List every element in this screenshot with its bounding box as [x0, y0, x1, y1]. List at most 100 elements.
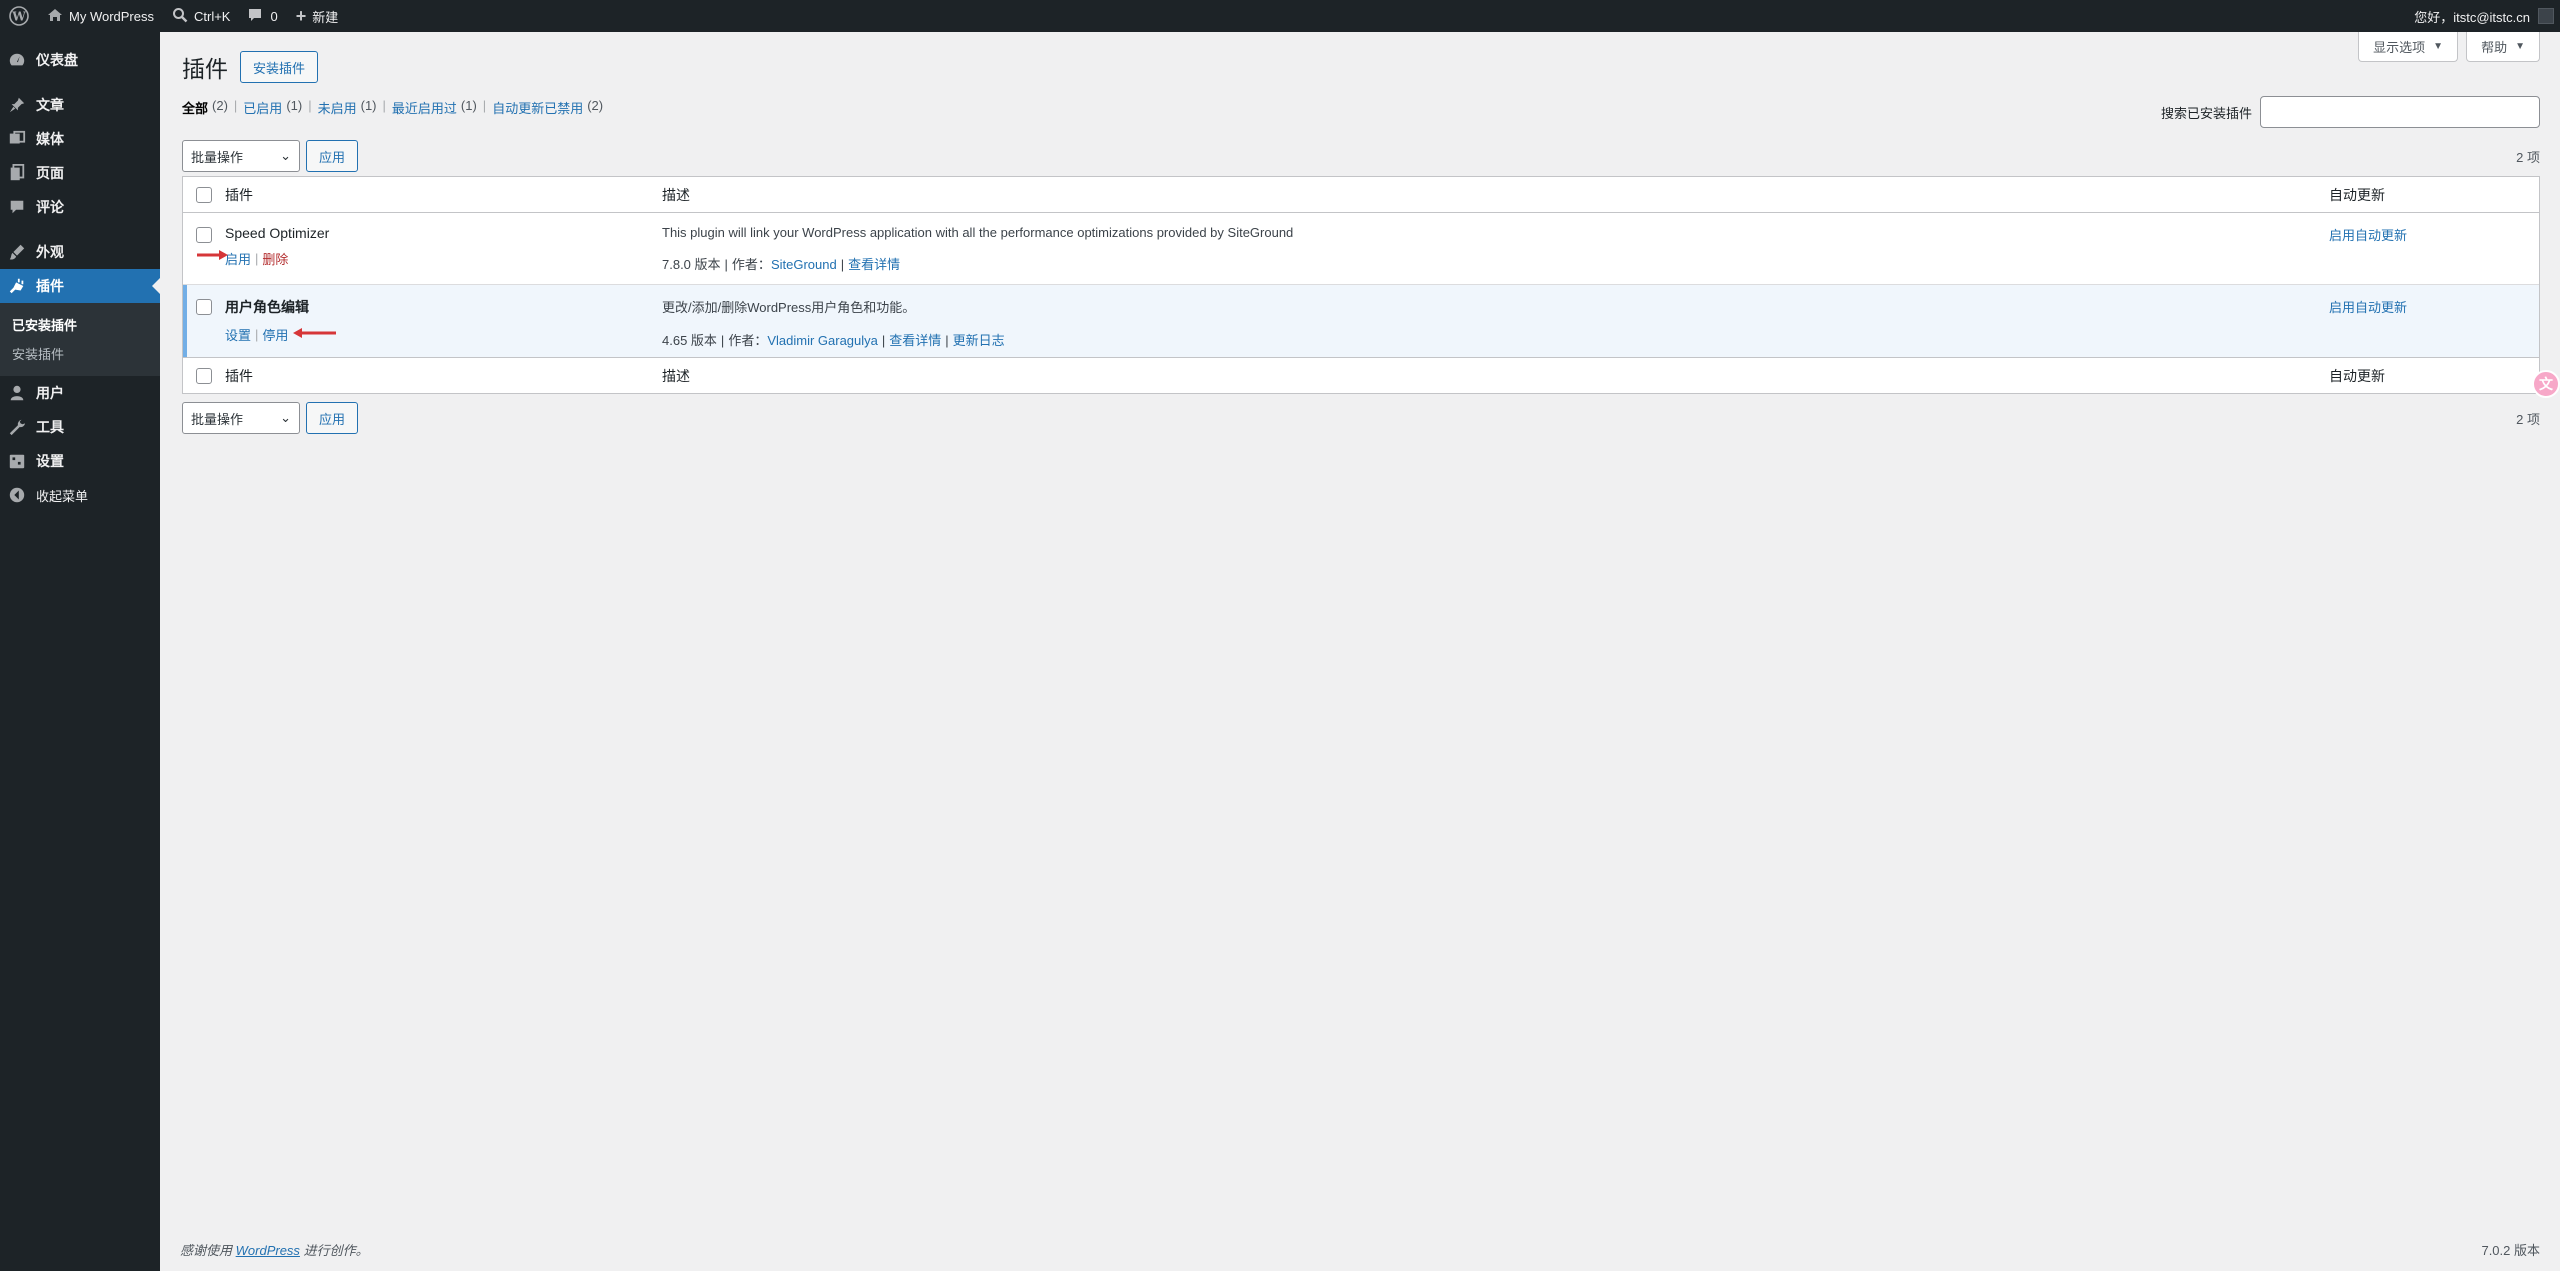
- page-icon: [10, 164, 25, 181]
- chevron-down-icon: ⌄: [280, 148, 291, 163]
- bulk-action-select[interactable]: 批量操作 ⌄: [182, 140, 300, 172]
- search-input[interactable]: [2260, 96, 2540, 128]
- comment-icon: [248, 8, 262, 25]
- sidebar-item-pages[interactable]: 页面: [0, 156, 160, 190]
- column-footer-plugin: 插件: [225, 367, 253, 384]
- version-text: 7.0.2 版本: [2481, 1243, 2540, 1258]
- changelog-link[interactable]: 更新日志: [953, 333, 1005, 348]
- svg-text:W: W: [11, 10, 26, 24]
- sidebar-item-settings[interactable]: 设置: [0, 444, 160, 478]
- command-palette-button[interactable]: Ctrl+K: [163, 0, 239, 32]
- plugin-name: 用户角色编辑: [225, 299, 309, 315]
- account-greeting[interactable]: 您好，itstc@itstc.cn: [2414, 7, 2530, 26]
- plugin-version: 4.65 版本: [662, 333, 717, 348]
- screen-options-button[interactable]: 显示选项 ▼: [2358, 32, 2459, 62]
- column-footer-auto-update: 自动更新: [2329, 367, 2385, 384]
- plugin-description: This plugin will link your WordPress app…: [662, 225, 1294, 240]
- site-name-link[interactable]: My WordPress: [38, 0, 163, 32]
- brush-icon: [9, 244, 25, 260]
- new-content-link[interactable]: + 新建: [287, 0, 348, 32]
- sidebar-item-appearance[interactable]: 外观: [0, 235, 160, 269]
- bulk-action-select[interactable]: 批量操作 ⌄: [182, 402, 300, 434]
- enable-auto-update-link[interactable]: 启用自动更新: [2329, 228, 2407, 243]
- view-details-link[interactable]: 查看详情: [889, 333, 941, 348]
- sidebar-item-posts[interactable]: 文章: [0, 88, 160, 122]
- filter-all[interactable]: 全部: [182, 98, 208, 117]
- plugin-version: 7.8.0 版本: [662, 257, 721, 272]
- caret-down-icon: ▼: [2433, 41, 2444, 52]
- delete-link[interactable]: 删除: [262, 249, 288, 268]
- submenu-installed-plugins[interactable]: 已安装插件: [0, 310, 160, 339]
- items-count: 2 项: [2516, 411, 2540, 427]
- deactivate-link[interactable]: 停用: [262, 325, 288, 344]
- plugins-submenu: 已安装插件 安装插件: [0, 303, 160, 376]
- apply-button[interactable]: 应用: [306, 140, 359, 172]
- pin-icon: [9, 97, 25, 113]
- chevron-down-icon: ⌄: [280, 410, 291, 425]
- select-all-checkbox[interactable]: [196, 186, 212, 203]
- collapse-menu-button[interactable]: 收起菜单: [0, 478, 160, 512]
- row-checkbox[interactable]: [196, 227, 212, 243]
- tablenav-bottom: 批量操作 ⌄ 应用 2 项: [182, 402, 2540, 434]
- settings-icon: [9, 454, 25, 469]
- collapse-icon: [9, 487, 25, 503]
- plugins-table: 插件 描述 自动更新 Speed Optimizer 启用 | 删除 This …: [182, 176, 2540, 394]
- admin-sidebar: 仪表盘 文章 媒体 页面 评论 外观 插件 已安装插件 安装插件 用户 工具 设…: [0, 32, 160, 1271]
- footer: 感谢使用 WordPress 进行创作。 7.0.2 版本: [180, 1240, 2540, 1259]
- comment-icon: [10, 200, 24, 214]
- sidebar-item-dashboard[interactable]: 仪表盘: [0, 43, 160, 77]
- table-header: 插件 描述 自动更新: [183, 177, 2539, 213]
- column-header-description: 描述: [662, 186, 690, 203]
- items-count: 2 项: [2516, 149, 2540, 165]
- column-footer-description: 描述: [662, 367, 690, 384]
- select-all-checkbox[interactable]: [196, 367, 212, 384]
- table-row: Speed Optimizer 启用 | 删除 This plugin will…: [183, 213, 2539, 285]
- admin-bar: W My WordPress Ctrl+K 0 + 新建 您好，itstc@it…: [0, 0, 2560, 32]
- enable-auto-update-link[interactable]: 启用自动更新: [2329, 300, 2407, 315]
- media-icon: [9, 130, 26, 144]
- page-title: 插件: [182, 56, 228, 82]
- tablenav-top: 批量操作 ⌄ 应用 2 项: [182, 140, 2540, 172]
- submenu-add-plugin[interactable]: 安装插件: [0, 339, 160, 368]
- comments-link[interactable]: 0: [239, 0, 286, 32]
- wordpress-link[interactable]: WordPress: [236, 1243, 300, 1258]
- add-plugin-button[interactable]: 安装插件: [240, 51, 319, 83]
- filter-active[interactable]: 已启用: [243, 98, 282, 117]
- plus-icon: +: [295, 5, 307, 26]
- sidebar-item-comments[interactable]: 评论: [0, 190, 160, 224]
- user-icon: [10, 385, 24, 401]
- main-content: 显示选项 ▼ 帮助 ▼ 插件 安装插件 全部 (2) | 已启用 (1) | 未启用 (1…: [160, 32, 2560, 1271]
- table-row: 用户角色编辑 设置 | 停用 更改/添加/删除WordPress用户角色和功能。…: [183, 285, 2539, 357]
- sidebar-item-users[interactable]: 用户: [0, 376, 160, 410]
- column-header-plugin: 插件: [225, 186, 253, 203]
- annotation-arrow: [197, 249, 229, 261]
- home-icon: [47, 7, 63, 26]
- plugin-name: Speed Optimizer: [225, 225, 330, 241]
- caret-down-icon: ▼: [2515, 41, 2525, 52]
- apply-button[interactable]: 应用: [306, 402, 359, 434]
- row-checkbox[interactable]: [196, 299, 212, 315]
- search-icon: [172, 7, 188, 26]
- settings-link[interactable]: 设置: [225, 325, 251, 344]
- plugin-description: 更改/添加/删除WordPress用户角色和功能。: [662, 300, 916, 315]
- annotation-arrow: [292, 327, 337, 342]
- sidebar-item-media[interactable]: 媒体: [0, 122, 160, 156]
- avatar[interactable]: [2538, 8, 2554, 24]
- help-button[interactable]: 帮助 ▼: [2466, 32, 2540, 62]
- filter-inactive[interactable]: 未启用: [318, 98, 357, 117]
- filter-recently-active[interactable]: 最近启用过: [392, 98, 457, 117]
- wrench-icon: [9, 419, 26, 436]
- plugin-search: 搜索已安装插件: [2161, 96, 2540, 128]
- translate-icon[interactable]: 文: [2532, 370, 2560, 398]
- filter-auto-update-disabled[interactable]: 自动更新已禁用: [492, 98, 583, 117]
- search-label: 搜索已安装插件: [2160, 105, 2252, 121]
- dashboard-icon: [9, 53, 25, 66]
- column-header-auto-update: 自动更新: [2329, 186, 2385, 203]
- view-details-link[interactable]: 查看详情: [848, 257, 900, 272]
- author-link[interactable]: SiteGround: [771, 257, 837, 272]
- sidebar-item-plugins[interactable]: 插件: [0, 269, 160, 303]
- author-link[interactable]: Vladimir Garagulya: [767, 333, 878, 348]
- wordpress-logo-icon[interactable]: W: [0, 0, 38, 32]
- status-filters: 全部 (2) | 已启用 (1) | 未启用 (1) | 最近启用过 (1) | 自动更…: [182, 98, 604, 117]
- sidebar-item-tools[interactable]: 工具: [0, 410, 160, 444]
